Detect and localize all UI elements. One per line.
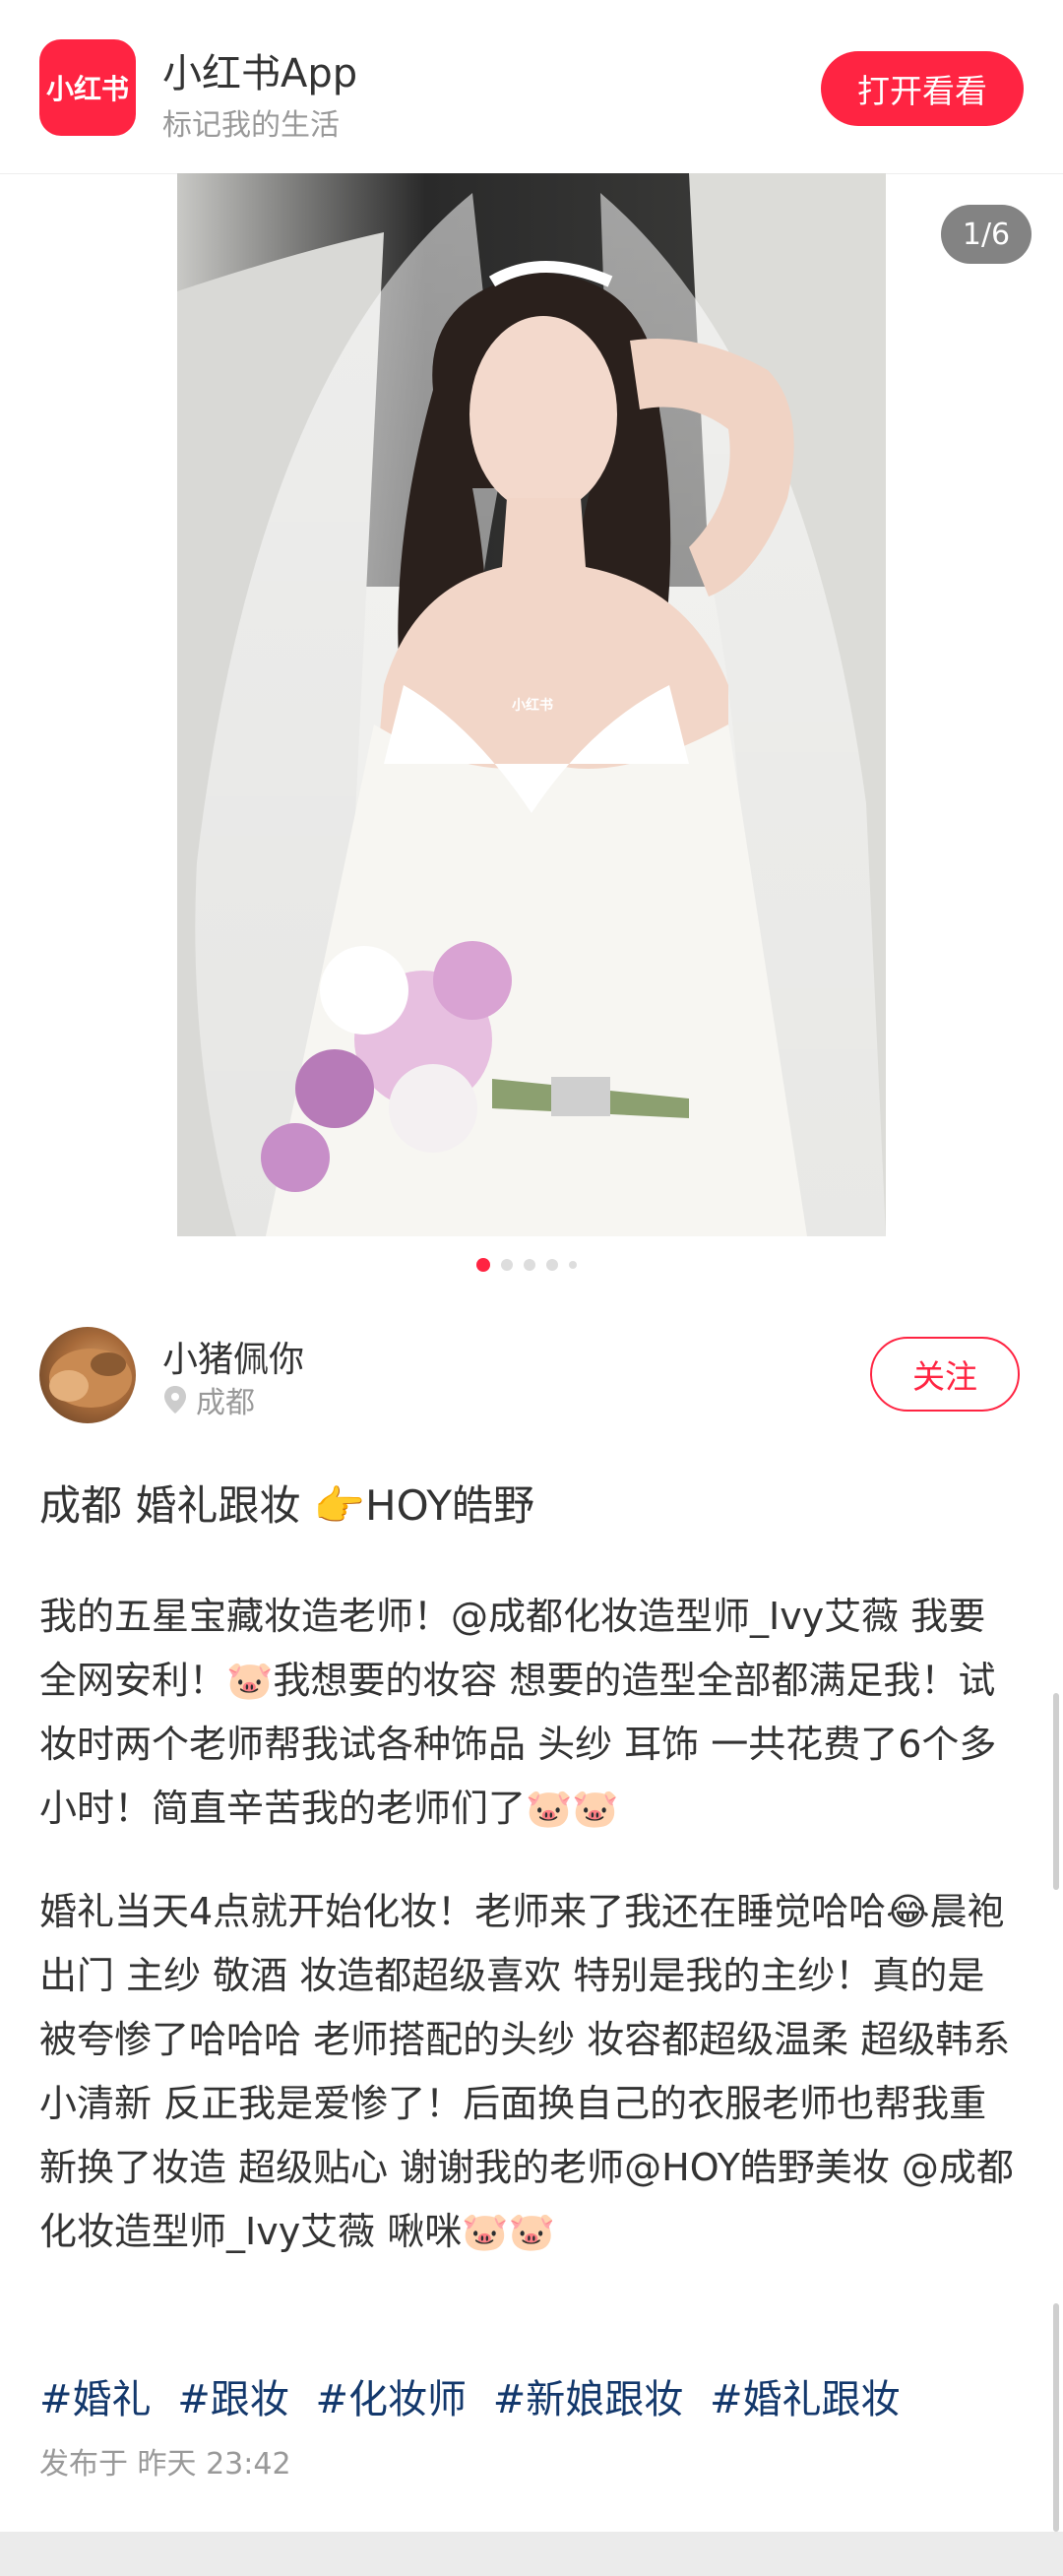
note-page: 小红书 小红书App 标记我的生活 打开看看 小红书 1/6 小猪佩你 成都 关… — [0, 0, 1063, 2532]
app-banner: 小红书 小红书App 标记我的生活 打开看看 — [0, 0, 1063, 174]
note-title: 成都 婚礼跟妆 👉HOY皓野 — [39, 1481, 534, 1530]
carousel-dots — [476, 1258, 577, 1272]
follow-button[interactable]: 关注 — [870, 1337, 1020, 1412]
app-logo: 小红书 — [39, 39, 136, 136]
carousel-dot-active[interactable] — [476, 1258, 490, 1272]
carousel-dot[interactable] — [569, 1261, 577, 1269]
photo-watermark: 小红书 — [512, 698, 553, 714]
tag-link[interactable]: #婚礼跟妆 — [710, 2377, 901, 2422]
tag-link[interactable]: #跟妆 — [177, 2377, 289, 2422]
tag-link[interactable]: #新娘跟妆 — [493, 2377, 684, 2422]
publish-time: 发布于 昨天 23:42 — [39, 2447, 291, 2482]
carousel-dot[interactable] — [546, 1259, 558, 1271]
carousel-dot[interactable] — [524, 1259, 535, 1271]
app-logo-text: 小红书 — [45, 73, 129, 105]
author-name[interactable]: 小猪佩你 — [162, 1331, 304, 1382]
note-paragraph-2: 婚礼当天4点就开始化妆！老师来了我还在睡觉哈哈😂晨袍 出门 主纱 敬酒 妆造都超… — [39, 1890, 1014, 2253]
cat-avatar-image — [49, 1349, 132, 1408]
open-app-button[interactable]: 打开看看 — [821, 51, 1024, 126]
scrollbar[interactable] — [1053, 2303, 1059, 2532]
location-text: 成都 — [196, 1386, 255, 1420]
note-paragraph-1: 我的五星宝藏妆造老师！@成都化妆造型师_Ivy艾薇 我要全网安利！🐷我想要的妆容… — [39, 1595, 997, 1830]
tag-link[interactable]: #化妆师 — [315, 2377, 467, 2422]
note-photo[interactable]: 小红书 — [177, 173, 886, 1236]
photo-counter: 1/6 — [941, 205, 1032, 264]
author-location: 成都 — [162, 1378, 255, 1421]
scrollbar[interactable] — [1053, 1693, 1059, 1890]
app-slogan: 标记我的生活 — [162, 108, 340, 143]
tag-link[interactable]: #婚礼 — [39, 2377, 152, 2422]
location-pin-icon — [164, 1386, 186, 1414]
author-avatar[interactable] — [39, 1327, 136, 1423]
carousel-dot[interactable] — [501, 1259, 513, 1271]
app-name: 小红书App — [162, 51, 358, 96]
note-tags: #婚礼 #跟妆 #化妆师 #新娘跟妆 #婚礼跟妆 — [39, 2367, 913, 2424]
